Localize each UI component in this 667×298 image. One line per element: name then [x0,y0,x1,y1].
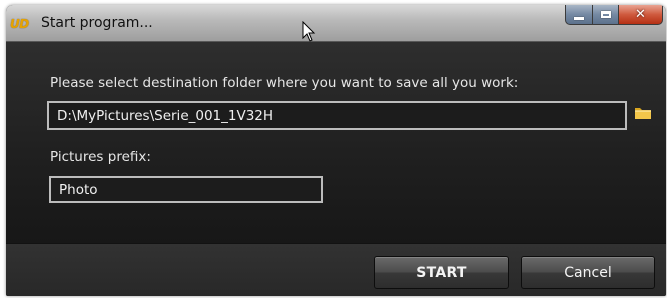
dialog-window: UD Start program... ✕ Please select dest… [6,5,666,296]
destination-folder-input[interactable]: D:\MyPictures\Serie_001_1V32H [47,101,627,130]
close-icon: ✕ [635,7,646,22]
maximize-icon [600,11,611,18]
window-controls: ✕ [565,5,663,26]
start-button[interactable]: START [374,256,509,289]
title-bar[interactable]: UD Start program... ✕ [6,5,666,42]
dialog-body: Please select destination folder where y… [6,42,666,243]
cancel-button[interactable]: Cancel [521,256,655,289]
close-button[interactable]: ✕ [618,5,663,25]
prefix-label: Pictures prefix: [50,149,151,165]
destination-label: Please select destination folder where y… [50,75,519,91]
mouse-cursor-icon [302,21,316,42]
maximize-button[interactable] [592,5,618,25]
app-logo-text: UD [10,17,29,31]
app-logo-icon: UD [10,15,29,33]
folder-icon[interactable] [634,106,652,120]
minimize-icon [574,16,584,20]
window-title: Start program... [41,15,153,31]
prefix-input[interactable]: Photo [49,176,323,203]
dialog-footer: START Cancel [6,243,666,296]
minimize-button[interactable] [565,5,592,25]
